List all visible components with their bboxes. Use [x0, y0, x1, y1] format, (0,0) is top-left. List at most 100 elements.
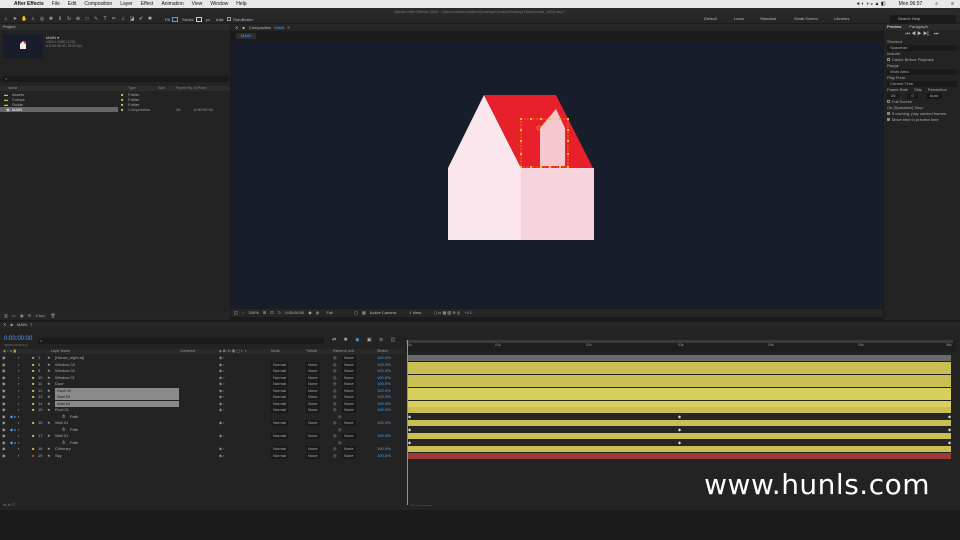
stretch-value[interactable]: 100.0% — [377, 446, 391, 452]
rotate-tool-icon[interactable]: ↻ — [66, 16, 72, 22]
timeline-switches[interactable]: ⇄ ✱ ◉ ▣ ⊘ ◫ — [332, 337, 398, 343]
layer-duration-bar[interactable] — [408, 374, 951, 381]
camera-select[interactable]: Active Camera — [370, 310, 396, 315]
keyframe-icon[interactable]: ◆ — [678, 440, 681, 445]
layer-switches[interactable]: ◈ ⁄ — [219, 420, 224, 426]
stretch-value[interactable]: 100.0% — [377, 407, 391, 413]
label-color-swatch[interactable]: ■ — [32, 362, 34, 368]
col-parent[interactable]: Parent & Link — [333, 349, 354, 354]
parent-select[interactable]: None — [342, 433, 356, 439]
first-frame-icon[interactable]: ⏮ — [906, 31, 911, 37]
mode-select[interactable]: Normal — [271, 407, 288, 413]
layer-name[interactable]: Window 01 — [55, 375, 75, 381]
trkmat-select[interactable]: None — [306, 374, 320, 381]
lock-icon[interactable]: ▪ — [18, 362, 19, 368]
roi-icon[interactable]: ▢ — [354, 310, 358, 315]
eye-icon[interactable]: ◉ — [2, 453, 6, 459]
checkbox[interactable] — [887, 58, 890, 62]
lock-icon[interactable]: ▪ — [18, 381, 19, 387]
layer-name[interactable]: [House_night.ai] — [55, 355, 84, 361]
layer-switches[interactable]: ◈ ⁄ — [219, 381, 224, 387]
mode-select[interactable]: Normal — [271, 433, 288, 439]
lock-icon[interactable]: ▪ — [18, 355, 19, 361]
col-frame-rate[interactable]: Frame Ra... — [176, 86, 194, 91]
stopwatch-icon[interactable]: ⏱ — [62, 440, 65, 446]
play-icon[interactable]: ▶ — [917, 31, 921, 37]
layer-name[interactable]: Wall 01 — [55, 433, 68, 439]
stretch-value[interactable]: 100.0% — [377, 401, 391, 407]
stretch-value[interactable]: 100.0% — [377, 433, 391, 439]
project-search-input[interactable]: ⌕ — [2, 76, 228, 82]
prev-frame-icon[interactable]: ◀ — [911, 31, 915, 37]
workspace-small-screen[interactable]: Small Screen — [794, 15, 818, 23]
menu-layer[interactable]: Layer — [120, 1, 133, 7]
lock-icon[interactable]: ▪ — [18, 394, 19, 400]
mode-select[interactable]: Normal — [271, 361, 288, 368]
time-ruler[interactable]: 0s 01s 02s 03s 04s 05s 06s — [406, 340, 956, 352]
stretch-value[interactable]: 100.0% — [377, 388, 391, 394]
keyframe-track[interactable]: ◆ ◆ ◆ — [408, 413, 951, 420]
pickwhip-icon[interactable]: ◎ — [333, 375, 337, 381]
layer-duration-bar[interactable] — [408, 433, 951, 439]
current-time[interactable]: 0:00:00:00 — [285, 310, 304, 315]
pickwhip-icon[interactable]: ◎ — [333, 420, 337, 426]
tab-preview[interactable]: Preview — [887, 24, 901, 30]
eraser-tool-icon[interactable]: ◪ — [129, 16, 135, 22]
selection-tool-icon[interactable]: ➤ — [12, 16, 18, 22]
trkmat-select[interactable]: None — [306, 394, 320, 400]
layer-duration-bar[interactable] — [408, 452, 951, 459]
layer-switches[interactable]: ◈ ⁄ — [219, 446, 224, 452]
interpret-icon[interactable]: ▥ — [4, 313, 8, 318]
layer-duration-bar[interactable] — [408, 381, 951, 387]
layer-row[interactable]: ◉ ▪ ■ 12 ★ Roof 02 ◈ ⁄ Normal None ◎ None 100.0% — [0, 387, 405, 394]
parent-select[interactable]: None — [342, 407, 356, 413]
dolly-tool-icon[interactable]: ⇕ — [57, 16, 63, 22]
layer-duration-bar[interactable] — [408, 446, 951, 452]
layer-row[interactable]: ◉ ▪ ■ 14 ★ Wall 04 ◈ ⁄ Normal None ◎ None 100.0% — [0, 400, 405, 407]
stretch-value[interactable]: 100.0% — [377, 375, 391, 381]
close-icon[interactable]: ✕ — [3, 322, 6, 327]
layer-switches[interactable]: ◈ ⁄ — [219, 401, 224, 407]
menu-list-icon[interactable]: ≡ — [951, 1, 954, 7]
pan-behind-icon[interactable]: ⊕ — [75, 16, 81, 22]
lock-icon[interactable]: ▪ — [18, 420, 19, 426]
layer-row[interactable]: ◉ ▪ ■ 11 ★ Door ◈ ⁄ Normal None ◎ None 100.0% — [0, 381, 405, 387]
layer-duration-bar[interactable] — [408, 400, 951, 407]
parent-select[interactable]: None — [342, 452, 356, 459]
safe-zones-icon[interactable]: ⊡ — [270, 310, 273, 315]
col-trkmat[interactable]: TrkMat — [306, 349, 317, 354]
layer-row[interactable]: ◉ ▪ ■ 19 ★ Sky ◈ ⁄ Normal None ◎ None 100.0% — [0, 452, 405, 459]
trkmat-select[interactable]: None — [306, 381, 320, 387]
add-label[interactable]: Add: — [216, 17, 224, 22]
last-frame-icon[interactable]: ⏭ — [934, 31, 939, 37]
comp-tab-name[interactable]: MAIN — [274, 25, 284, 30]
stretch-value[interactable]: 100.0% — [377, 368, 391, 374]
mode-select[interactable]: Normal — [271, 394, 288, 400]
col-name[interactable]: Name — [8, 86, 17, 91]
list-item[interactable]: ▣ MAIN — [0, 107, 118, 112]
eye-icon[interactable]: ◉ — [2, 388, 6, 394]
keyframe-nav-icon[interactable]: ◆ ▸ — [10, 440, 16, 446]
keyframe-nav-icon[interactable]: ◆ ▸ — [10, 427, 16, 433]
label-color-swatch[interactable]: ■ — [32, 375, 34, 381]
mode-select[interactable]: Normal — [271, 387, 288, 394]
parent-select[interactable]: None — [342, 374, 356, 381]
mode-select[interactable]: Normal — [271, 374, 288, 381]
brush-tool-icon[interactable]: ✏ — [111, 16, 117, 22]
lock-icon[interactable]: ▪ — [18, 388, 19, 394]
label-color-swatch[interactable]: ■ — [32, 381, 34, 387]
layer-name[interactable]: Window 03 — [55, 362, 75, 368]
eye-icon[interactable]: ◉ — [2, 440, 6, 446]
status-icons[interactable]: ● ◐ ◑ ◒ ▲ ◧ — [857, 1, 886, 7]
parent-select[interactable]: None — [342, 381, 356, 387]
trash-icon[interactable]: 🗑 — [50, 313, 55, 318]
keyframe-icon[interactable]: ◆ — [678, 414, 681, 419]
puppet-tool-icon[interactable]: ✱ — [147, 16, 153, 22]
hand-tool-icon[interactable]: ✋ — [21, 16, 27, 22]
pickwhip-icon[interactable]: ◎ — [333, 362, 337, 368]
menu-composition[interactable]: Composition — [84, 1, 112, 7]
stretch-value[interactable]: 100.0% — [377, 355, 391, 361]
mask-icon[interactable]: ◌ — [242, 310, 244, 315]
timeline-tab[interactable]: MAIN — [17, 322, 27, 327]
layer-row[interactable]: ◉ ▪ ■ 18 ★ Chimney ◈ ⁄ Normal None ◎ None 100.0% — [0, 446, 405, 452]
